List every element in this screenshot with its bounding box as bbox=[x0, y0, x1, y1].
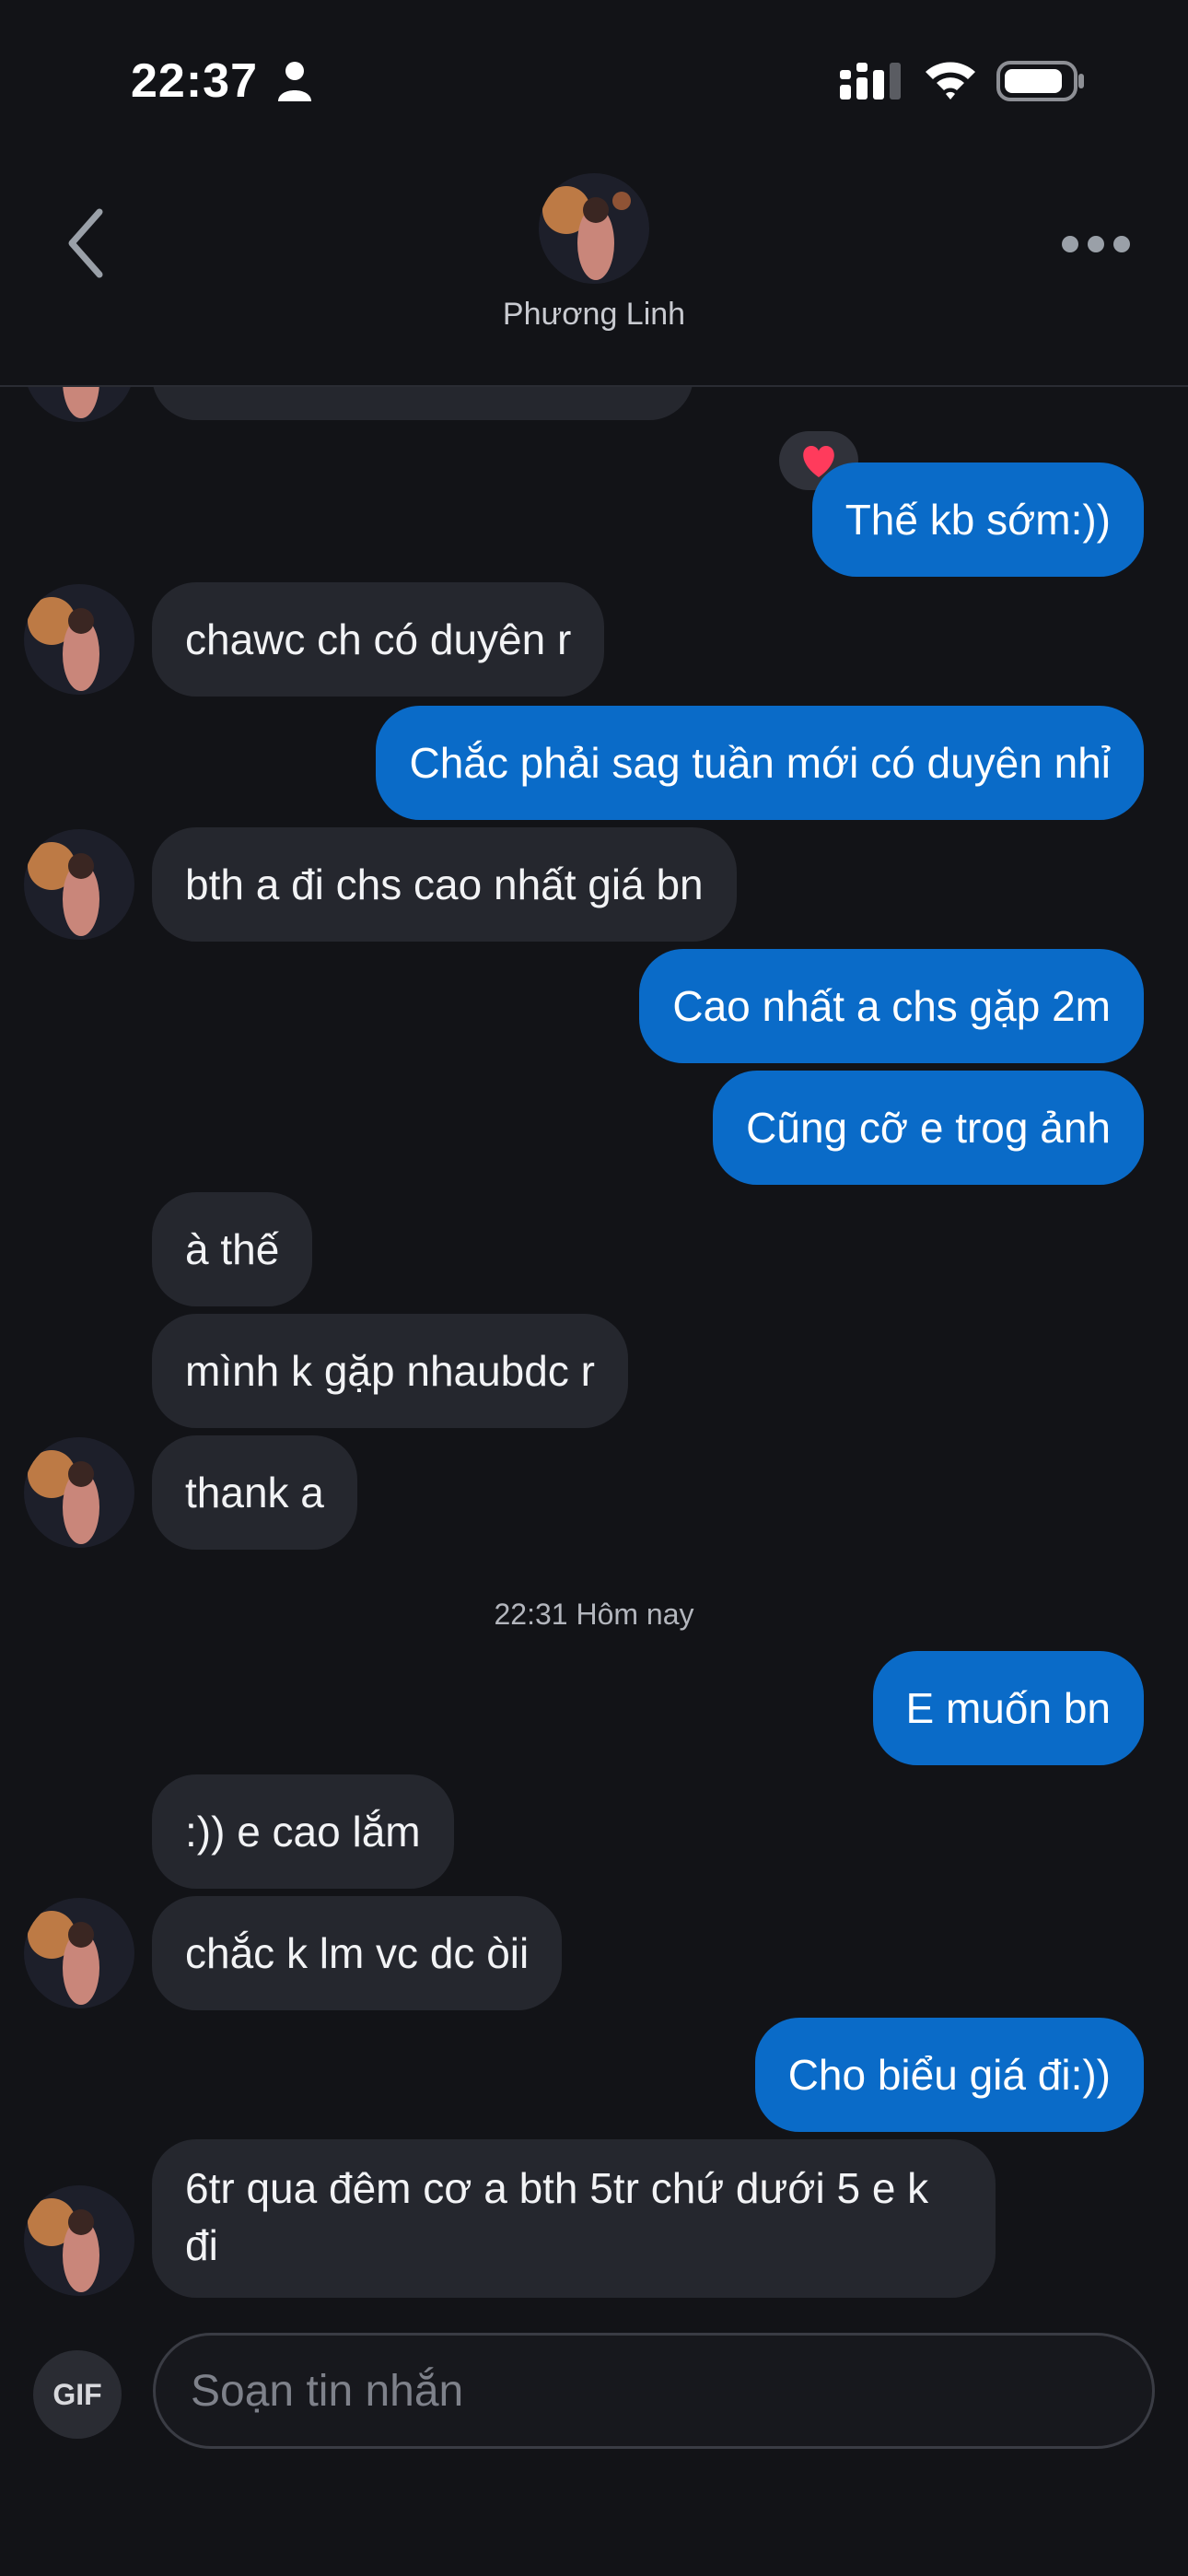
message-bubble-incoming[interactable]: :)) e cao lắm bbox=[152, 1774, 454, 1889]
message-timestamp: 22:31 Hôm nay bbox=[494, 1598, 694, 1631]
more-options-icon[interactable] bbox=[1059, 230, 1133, 258]
message-bubble-partial[interactable] bbox=[152, 385, 693, 420]
sender-avatar bbox=[24, 829, 134, 940]
contact-name[interactable]: Phương Linh bbox=[0, 297, 1188, 333]
message-bubble-incoming[interactable]: 6tr qua đêm cơ a bth 5tr chứ dưới 5 e k … bbox=[152, 2139, 996, 2298]
wifi-icon bbox=[926, 62, 975, 100]
message-input[interactable] bbox=[156, 2336, 1077, 2446]
message-bubble-incoming[interactable]: à thế bbox=[152, 1192, 313, 1306]
message-composer bbox=[153, 2333, 1155, 2449]
message-list[interactable]: Thế kb sớm:)) chawc ch có duyên r Chắc p… bbox=[0, 385, 1188, 2320]
sender-avatar bbox=[24, 1437, 134, 1548]
status-time: 22:37 bbox=[131, 54, 258, 108]
sender-avatar bbox=[24, 385, 134, 422]
message-bubble-outgoing[interactable]: Cao nhất a chs gặp 2m bbox=[639, 949, 1144, 1063]
message-bubble-outgoing[interactable]: Chắc phải sag tuần mới có duyên nhỉ bbox=[376, 706, 1144, 820]
message-bubble-outgoing[interactable]: Thế kb sớm:)) bbox=[811, 463, 1144, 577]
sender-avatar bbox=[24, 584, 134, 695]
person-icon bbox=[278, 62, 311, 101]
back-button[interactable] bbox=[53, 199, 118, 287]
chat-header: Phương Linh bbox=[0, 157, 1188, 387]
message-bubble-incoming[interactable]: thank a bbox=[152, 1435, 357, 1550]
message-bubble-outgoing[interactable]: E muốn bn bbox=[872, 1651, 1144, 1765]
sender-avatar bbox=[24, 2185, 134, 2296]
message-bubble-incoming[interactable]: bth a đi chs cao nhất giá bn bbox=[152, 827, 737, 942]
message-bubble-incoming[interactable]: chawc ch có duyên r bbox=[152, 582, 605, 697]
sender-avatar bbox=[24, 1898, 134, 2008]
message-bubble-incoming[interactable]: chắc k lm vc dc òii bbox=[152, 1896, 563, 2010]
message-bubble-outgoing[interactable]: Cũng cỡ e trog ảnh bbox=[713, 1071, 1144, 1185]
battery-icon bbox=[996, 61, 1084, 101]
status-bar: 22:37 bbox=[0, 0, 1188, 157]
contact-avatar[interactable] bbox=[539, 173, 649, 284]
message-bubble-incoming[interactable]: mình k gặp nhaubdc r bbox=[152, 1314, 628, 1428]
cellular-signal-icon bbox=[840, 63, 901, 100]
gif-button[interactable]: GIF bbox=[33, 2350, 122, 2439]
message-bubble-outgoing[interactable]: Cho biểu giá đi:)) bbox=[754, 2018, 1144, 2132]
